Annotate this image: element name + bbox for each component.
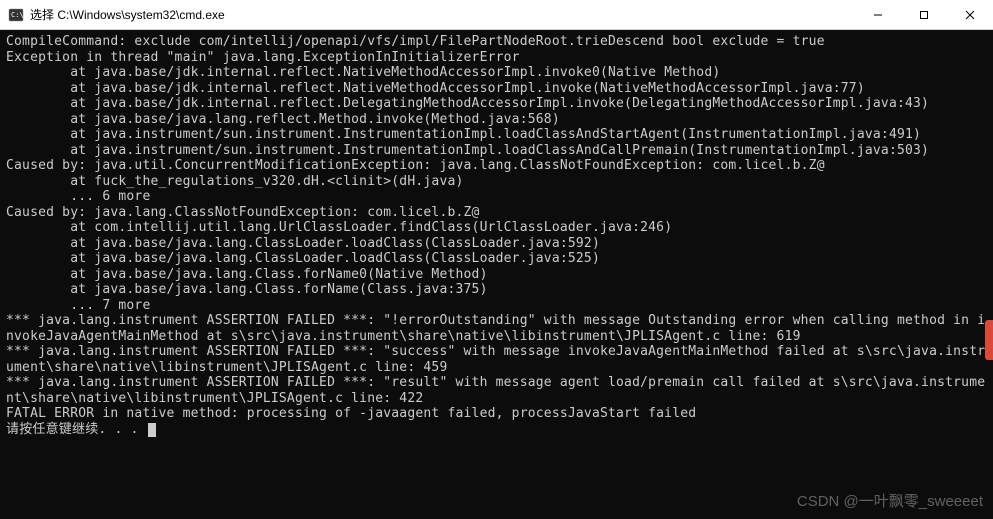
svg-text:C:\: C:\ — [11, 11, 24, 19]
minimize-button[interactable] — [855, 0, 901, 30]
window-controls — [855, 0, 993, 29]
window-title: 选择 C:\Windows\system32\cmd.exe — [30, 6, 855, 23]
close-button[interactable] — [947, 0, 993, 30]
maximize-button[interactable] — [901, 0, 947, 30]
titlebar: C:\ 选择 C:\Windows\system32\cmd.exe — [0, 0, 993, 30]
prompt-text: 请按任意键继续. . . — [6, 422, 147, 437]
terminal-text: CompileCommand: exclude com/intellij/ope… — [6, 34, 985, 421]
terminal-output[interactable]: CompileCommand: exclude com/intellij/ope… — [0, 30, 993, 519]
cmd-icon: C:\ — [8, 7, 24, 23]
cursor — [148, 423, 156, 437]
